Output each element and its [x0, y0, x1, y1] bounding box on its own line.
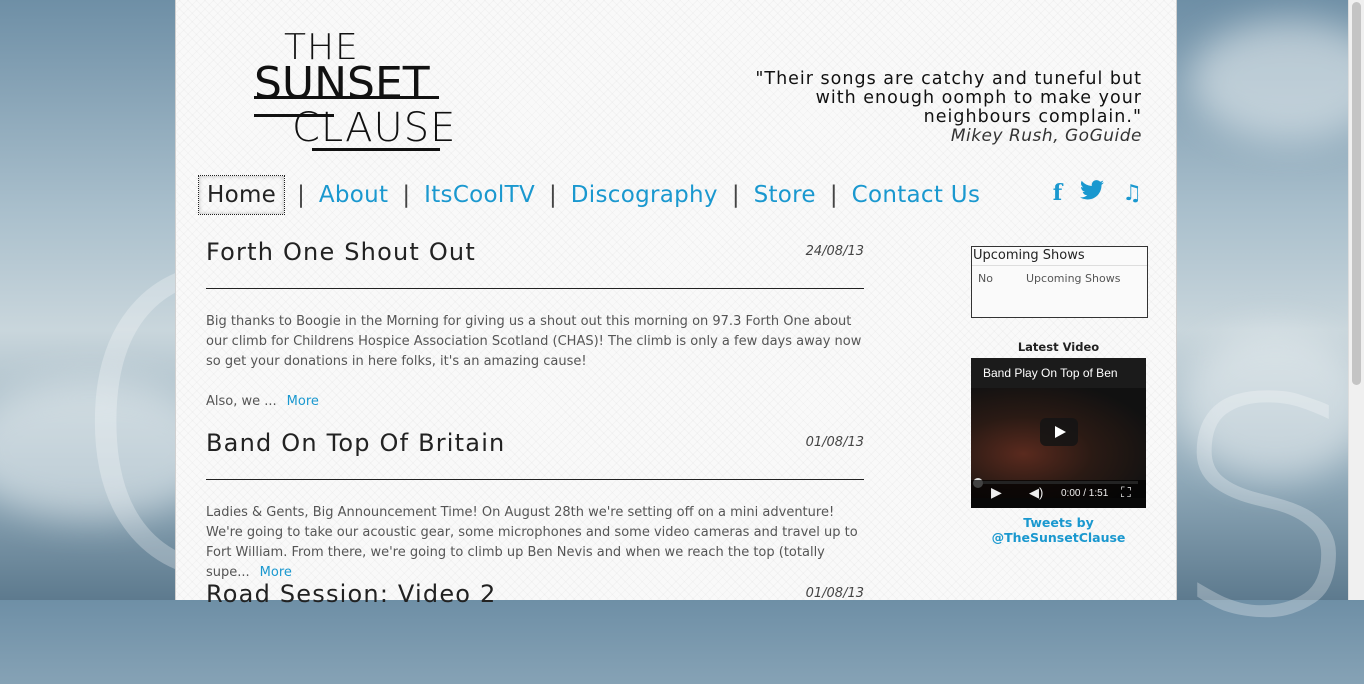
- post-excerpt: Big thanks to Boogie in the Morning for …: [206, 314, 862, 369]
- band-logo[interactable]: THE SUNSET CLAUSE: [254, 30, 455, 162]
- upcoming-shows-widget: Upcoming Shows No Upcoming Shows: [971, 246, 1148, 318]
- post-date: 01/08/13: [805, 586, 864, 601]
- background-letter: S: [1170, 335, 1361, 684]
- post-excerpt: Ladies & Gents, Big Announcement Time! O…: [206, 505, 858, 580]
- post-title[interactable]: Road Session: Video 2: [206, 580, 496, 608]
- post-body: Big thanks to Boogie in the Morning for …: [206, 312, 864, 412]
- video-title[interactable]: Band Play On Top of Ben: [983, 366, 1118, 380]
- nav-separator: |: [297, 182, 305, 208]
- post-divider: [206, 288, 864, 289]
- nav-separator: |: [829, 182, 838, 208]
- scrollbar-thumb[interactable]: [1352, 2, 1361, 385]
- shows-row: No Upcoming Shows: [972, 266, 1147, 291]
- nav-separator: |: [549, 182, 557, 208]
- nav-discography[interactable]: Discography: [565, 182, 724, 208]
- music-note-icon[interactable]: ♫: [1122, 180, 1142, 206]
- post-divider: [206, 479, 864, 480]
- nav-home[interactable]: Home: [198, 175, 286, 215]
- quote-line: "Their songs are catchy and tuneful but: [755, 69, 1142, 89]
- latest-video-label: Latest Video: [1017, 340, 1100, 354]
- nav-store[interactable]: Store: [748, 182, 822, 208]
- post-body: Ladies & Gents, Big Announcement Time! O…: [206, 503, 864, 583]
- logo-sunset: SUNSET: [254, 58, 430, 109]
- post-title[interactable]: Forth One Shout Out: [206, 238, 476, 266]
- quote-line: with enough oomph to make your: [815, 88, 1142, 108]
- press-quote: "Their songs are catchy and tuneful but …: [722, 70, 1142, 146]
- video-player[interactable]: Band Play On Top of Ben ▶ ◀) 0:00 / 1:51…: [971, 358, 1146, 508]
- nav-separator: |: [731, 182, 740, 208]
- nav-itscooltv[interactable]: ItsCoolTV: [418, 182, 541, 208]
- widget-title: Upcoming Shows: [972, 247, 1147, 266]
- video-time: 0:00 / 1:51: [1061, 488, 1109, 499]
- post-date: 24/08/13: [805, 244, 864, 259]
- blog-post: Road Session: Video 2 01/08/13: [206, 580, 864, 608]
- post-title[interactable]: Band On Top Of Britain: [206, 429, 505, 457]
- post-excerpt: Also, we ...: [206, 394, 277, 409]
- background-cloud: [1190, 20, 1364, 140]
- page-container: THE SUNSET CLAUSE "Their songs are catch…: [175, 0, 1177, 608]
- quote-line: neighbours complain.": [923, 107, 1142, 127]
- twitter-timeline-link[interactable]: Tweets by @TheSunsetClause: [971, 515, 1146, 545]
- nav-about[interactable]: About: [313, 182, 395, 208]
- blog-post: Band On Top Of Britain 01/08/13 Ladies &…: [206, 429, 864, 580]
- play-icon[interactable]: [1040, 418, 1078, 446]
- shows-cell: Upcoming Shows: [1026, 272, 1121, 285]
- social-links: f ♫: [1053, 180, 1142, 206]
- more-link[interactable]: More: [287, 394, 319, 409]
- logo-clause: CLAUSE: [292, 105, 457, 151]
- quote-attribution: Mikey Rush, GoGuide: [950, 126, 1142, 146]
- video-controls: ▶ ◀) 0:00 / 1:51 ⛶: [971, 480, 1146, 508]
- facebook-icon[interactable]: f: [1053, 180, 1062, 206]
- post-date: 01/08/13: [805, 435, 864, 450]
- blog-post: Forth One Shout Out 24/08/13 Big thanks …: [206, 238, 864, 418]
- nav-contact-us[interactable]: Contact Us: [846, 182, 987, 208]
- more-link[interactable]: More: [260, 565, 292, 580]
- main-nav: Home | About | ItsCoolTV | Discography |…: [198, 173, 986, 217]
- shows-cell: No: [978, 272, 993, 285]
- twitter-icon[interactable]: [1080, 180, 1105, 206]
- volume-icon[interactable]: ◀): [1029, 485, 1043, 501]
- logo-bar: [312, 148, 440, 151]
- nav-separator: |: [402, 182, 411, 208]
- fullscreen-icon[interactable]: ⛶: [1121, 484, 1131, 501]
- scrollbar[interactable]: [1348, 0, 1364, 600]
- play-control-icon[interactable]: ▶: [991, 484, 1002, 501]
